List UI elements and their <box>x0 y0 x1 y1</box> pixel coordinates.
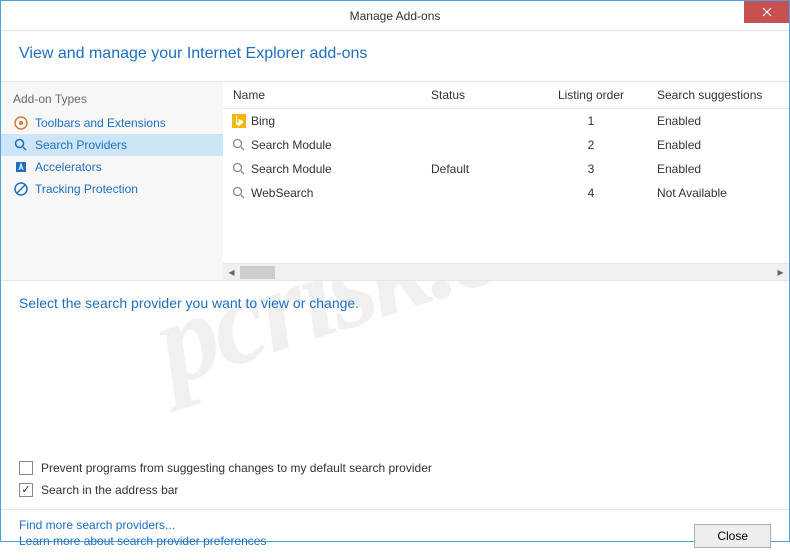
col-header-order[interactable]: Listing order <box>533 86 649 104</box>
main-area: Add-on Types Toolbars and Extensions Sear… <box>1 81 789 281</box>
cell-order: 1 <box>533 112 649 130</box>
close-button[interactable]: Close <box>694 524 771 548</box>
cell-order: 2 <box>533 136 649 154</box>
col-header-name[interactable]: Name <box>223 86 423 104</box>
learn-more-link[interactable]: Learn more about search provider prefere… <box>19 534 266 548</box>
table-header: Name Status Listing order Search suggest… <box>223 82 789 109</box>
cell-status <box>423 143 533 147</box>
titlebar: Manage Add-ons <box>1 1 789 31</box>
search-icon <box>13 137 29 153</box>
search-generic-icon <box>231 161 247 177</box>
cell-status <box>423 119 533 123</box>
search-generic-icon <box>231 185 247 201</box>
search-addressbar-row: Search in the address bar <box>19 479 771 501</box>
cell-suggest: Not Available <box>649 184 789 202</box>
prevent-changes-row: Prevent programs from suggesting changes… <box>19 457 771 479</box>
sidebar-item-label: Tracking Protection <box>35 182 138 196</box>
table-body: Bing1EnabledSearch Module2EnabledSearch … <box>223 109 789 263</box>
scroll-thumb[interactable] <box>240 266 275 279</box>
scroll-left-icon[interactable]: ◂ <box>223 264 240 281</box>
details-title: Select the search provider you want to v… <box>19 295 771 311</box>
sidebar-item-search-providers[interactable]: Search Providers <box>1 134 223 156</box>
sidebar-item-label: Search Providers <box>35 138 127 152</box>
find-more-link[interactable]: Find more search providers... <box>19 518 266 532</box>
sidebar-item-tracking-protection[interactable]: Tracking Protection <box>1 178 223 200</box>
cell-status: Default <box>423 160 533 178</box>
details-pane: Select the search provider you want to v… <box>1 281 789 457</box>
cell-name: Search Module <box>223 135 423 155</box>
cell-name: WebSearch <box>223 183 423 203</box>
page-title: View and manage your Internet Explorer a… <box>19 45 771 63</box>
header: View and manage your Internet Explorer a… <box>1 31 789 81</box>
cell-order: 3 <box>533 160 649 178</box>
search-addressbar-label: Search in the address bar <box>41 483 178 497</box>
prevent-changes-label: Prevent programs from suggesting changes… <box>41 461 432 475</box>
accelerator-icon <box>13 159 29 175</box>
providers-table: Name Status Listing order Search suggest… <box>223 82 789 280</box>
window-title: Manage Add-ons <box>350 9 441 23</box>
sidebar-heading: Add-on Types <box>1 90 223 112</box>
scroll-right-icon[interactable]: ▸ <box>772 264 789 281</box>
cell-name: Bing <box>223 111 423 131</box>
sidebar-item-label: Toolbars and Extensions <box>35 116 166 130</box>
cell-order: 4 <box>533 184 649 202</box>
cell-suggest: Enabled <box>649 136 789 154</box>
close-icon <box>762 7 772 17</box>
table-row[interactable]: WebSearch 4Not Available <box>223 181 789 205</box>
cell-suggest: Enabled <box>649 160 789 178</box>
table-row[interactable]: Search Module 2Enabled <box>223 133 789 157</box>
scroll-track[interactable] <box>240 264 772 281</box>
footer-links: Find more search providers... Learn more… <box>19 518 266 548</box>
bing-icon <box>231 113 247 129</box>
options-area: Prevent programs from suggesting changes… <box>1 457 789 501</box>
table-row[interactable]: Search ModuleDefault3Enabled <box>223 157 789 181</box>
cell-name: Search Module <box>223 159 423 179</box>
search-generic-icon <box>231 137 247 153</box>
col-header-status[interactable]: Status <box>423 86 533 104</box>
prevent-changes-checkbox[interactable] <box>19 461 33 475</box>
sidebar-item-toolbars-and-extensions[interactable]: Toolbars and Extensions <box>1 112 223 134</box>
sidebar: Add-on Types Toolbars and Extensions Sear… <box>1 82 223 280</box>
search-addressbar-checkbox[interactable] <box>19 483 33 497</box>
toolbar-icon <box>13 115 29 131</box>
table-row[interactable]: Bing 1Enabled <box>223 109 789 133</box>
window-close-button[interactable] <box>744 1 789 23</box>
protection-icon <box>13 181 29 197</box>
sidebar-item-label: Accelerators <box>35 160 102 174</box>
cell-status <box>423 191 533 195</box>
col-header-suggest[interactable]: Search suggestions <box>649 86 789 104</box>
horizontal-scrollbar[interactable]: ◂ ▸ <box>223 263 789 280</box>
sidebar-item-accelerators[interactable]: Accelerators <box>1 156 223 178</box>
footer: Find more search providers... Learn more… <box>1 509 789 560</box>
cell-suggest: Enabled <box>649 112 789 130</box>
manage-addons-window: pcrisk.com Manage Add-ons View and manag… <box>0 0 790 542</box>
